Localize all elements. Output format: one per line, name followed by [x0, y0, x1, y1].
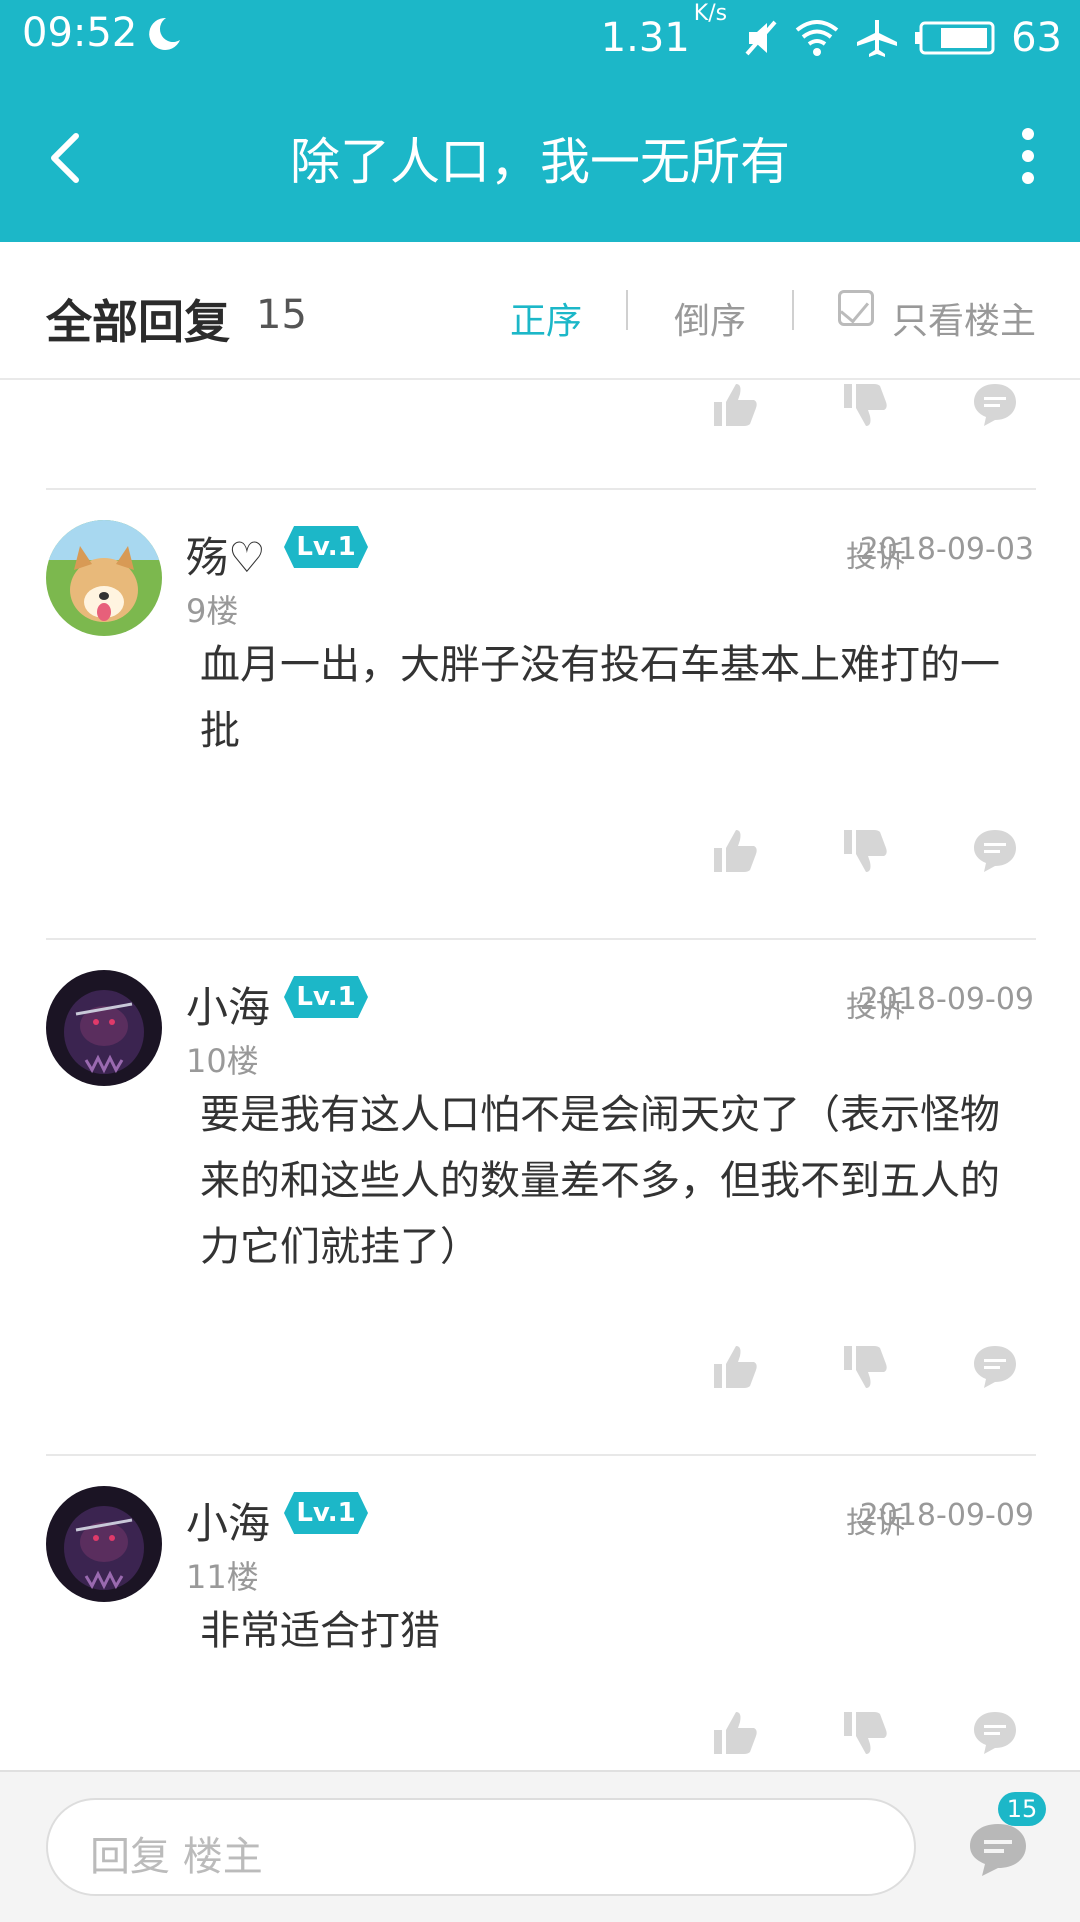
reply-post: 小海 Lv.1 投诉 2018-09-09 10楼 要是我有这人口怕不是会闹天灾… — [0, 940, 1080, 1340]
net-speed-value: 1.31 — [600, 15, 690, 61]
reply-post: 殇♡ Lv.1 投诉 2018-09-03 9楼 血月一出，大胖子没有投石车基本… — [0, 490, 1080, 830]
reply-content: 血月一出，大胖子没有投石车基本上难打的一批 — [200, 642, 1000, 754]
avatar[interactable] — [46, 520, 162, 636]
username[interactable]: 殇♡ — [186, 524, 266, 585]
like-icon[interactable] — [710, 1708, 760, 1758]
divider — [626, 290, 628, 330]
like-icon[interactable] — [710, 1342, 760, 1392]
battery-level: 63 — [1011, 15, 1062, 61]
divider — [792, 290, 794, 330]
post-date: 2018-09-09 — [859, 982, 1034, 1017]
status-time: 09:52 — [22, 10, 138, 56]
all-replies-heading: 全部回复 — [46, 295, 230, 349]
reply-count: 15 — [256, 292, 307, 338]
floor-number: 11楼 — [186, 1558, 259, 1596]
airplane-icon — [857, 20, 898, 57]
level-badge: Lv.1 — [284, 976, 368, 1018]
wifi-icon — [795, 20, 839, 56]
op-only-checkbox[interactable] — [838, 290, 874, 326]
dislike-icon[interactable] — [840, 380, 890, 430]
reply-content: 非常适合打猎 — [200, 1608, 440, 1654]
sort-descending-tab[interactable]: 倒序 — [674, 292, 746, 344]
avatar[interactable] — [46, 1486, 162, 1602]
status-bar: 09:52 1.31 K/s 63 — [0, 0, 1080, 72]
reply-input[interactable]: 回复 楼主 — [46, 1798, 916, 1896]
monster-avatar-image — [46, 1486, 162, 1602]
mute-icon — [745, 20, 777, 56]
check-icon — [839, 293, 870, 324]
page-title: 除了人口，我一无所有 — [290, 133, 790, 191]
dog-avatar-image — [46, 520, 162, 636]
op-only-label[interactable]: 只看楼主 — [892, 292, 1036, 344]
dislike-icon[interactable] — [840, 826, 890, 876]
username[interactable]: 小海 — [186, 974, 270, 1035]
sort-bar: 全部回复 15 正序 倒序 只看楼主 — [0, 242, 1080, 380]
reply-placeholder: 回复 楼主 — [90, 1834, 263, 1880]
dislike-icon[interactable] — [840, 1342, 890, 1392]
floor-number: 9楼 — [186, 592, 239, 630]
nav-bar: 除了人口，我一无所有 — [0, 72, 1080, 242]
post-date: 2018-09-03 — [859, 532, 1034, 567]
level-badge: Lv.1 — [284, 1492, 368, 1534]
comments-icon[interactable] — [966, 1820, 1030, 1880]
monster-avatar-image — [46, 970, 162, 1086]
floor-number: 10楼 — [186, 1042, 259, 1080]
comment-icon[interactable] — [970, 1342, 1020, 1392]
net-speed: 1.31 K/s — [600, 1, 727, 61]
post-actions — [710, 1342, 1020, 1392]
reply-feed[interactable]: 殇♡ Lv.1 投诉 2018-09-03 9楼 血月一出，大胖子没有投石车基本… — [0, 380, 1080, 1770]
moon-icon — [149, 17, 180, 50]
app-header: 09:52 1.31 K/s 63 除了人口，我一无所有 — [0, 0, 1080, 242]
more-options-icon[interactable] — [1016, 124, 1040, 188]
post-actions — [710, 380, 1020, 430]
reply-content: 要是我有这人口怕不是会闹天灾了（表示怪物来的和这些人的数量差不多，但我不到五人的… — [200, 1092, 1000, 1270]
comment-count-badge: 15 — [998, 1792, 1046, 1826]
post-date: 2018-09-09 — [859, 1498, 1034, 1533]
dislike-icon[interactable] — [840, 1708, 890, 1758]
like-icon[interactable] — [710, 380, 760, 430]
comment-icon[interactable] — [970, 1708, 1020, 1758]
post-actions — [710, 1708, 1020, 1758]
username[interactable]: 小海 — [186, 1490, 270, 1551]
level-badge: Lv.1 — [284, 526, 368, 568]
avatar[interactable] — [46, 970, 162, 1086]
battery-icon — [915, 21, 995, 55]
net-speed-unit: K/s — [693, 1, 728, 26]
bottom-reply-bar: 回复 楼主 15 — [0, 1770, 1080, 1922]
status-right: 1.31 K/s 63 — [600, 1, 1062, 66]
sort-ascending-tab[interactable]: 正序 — [510, 292, 582, 344]
like-icon[interactable] — [710, 826, 760, 876]
post-actions — [710, 826, 1020, 876]
comment-icon[interactable] — [970, 380, 1020, 430]
comment-icon[interactable] — [970, 826, 1020, 876]
